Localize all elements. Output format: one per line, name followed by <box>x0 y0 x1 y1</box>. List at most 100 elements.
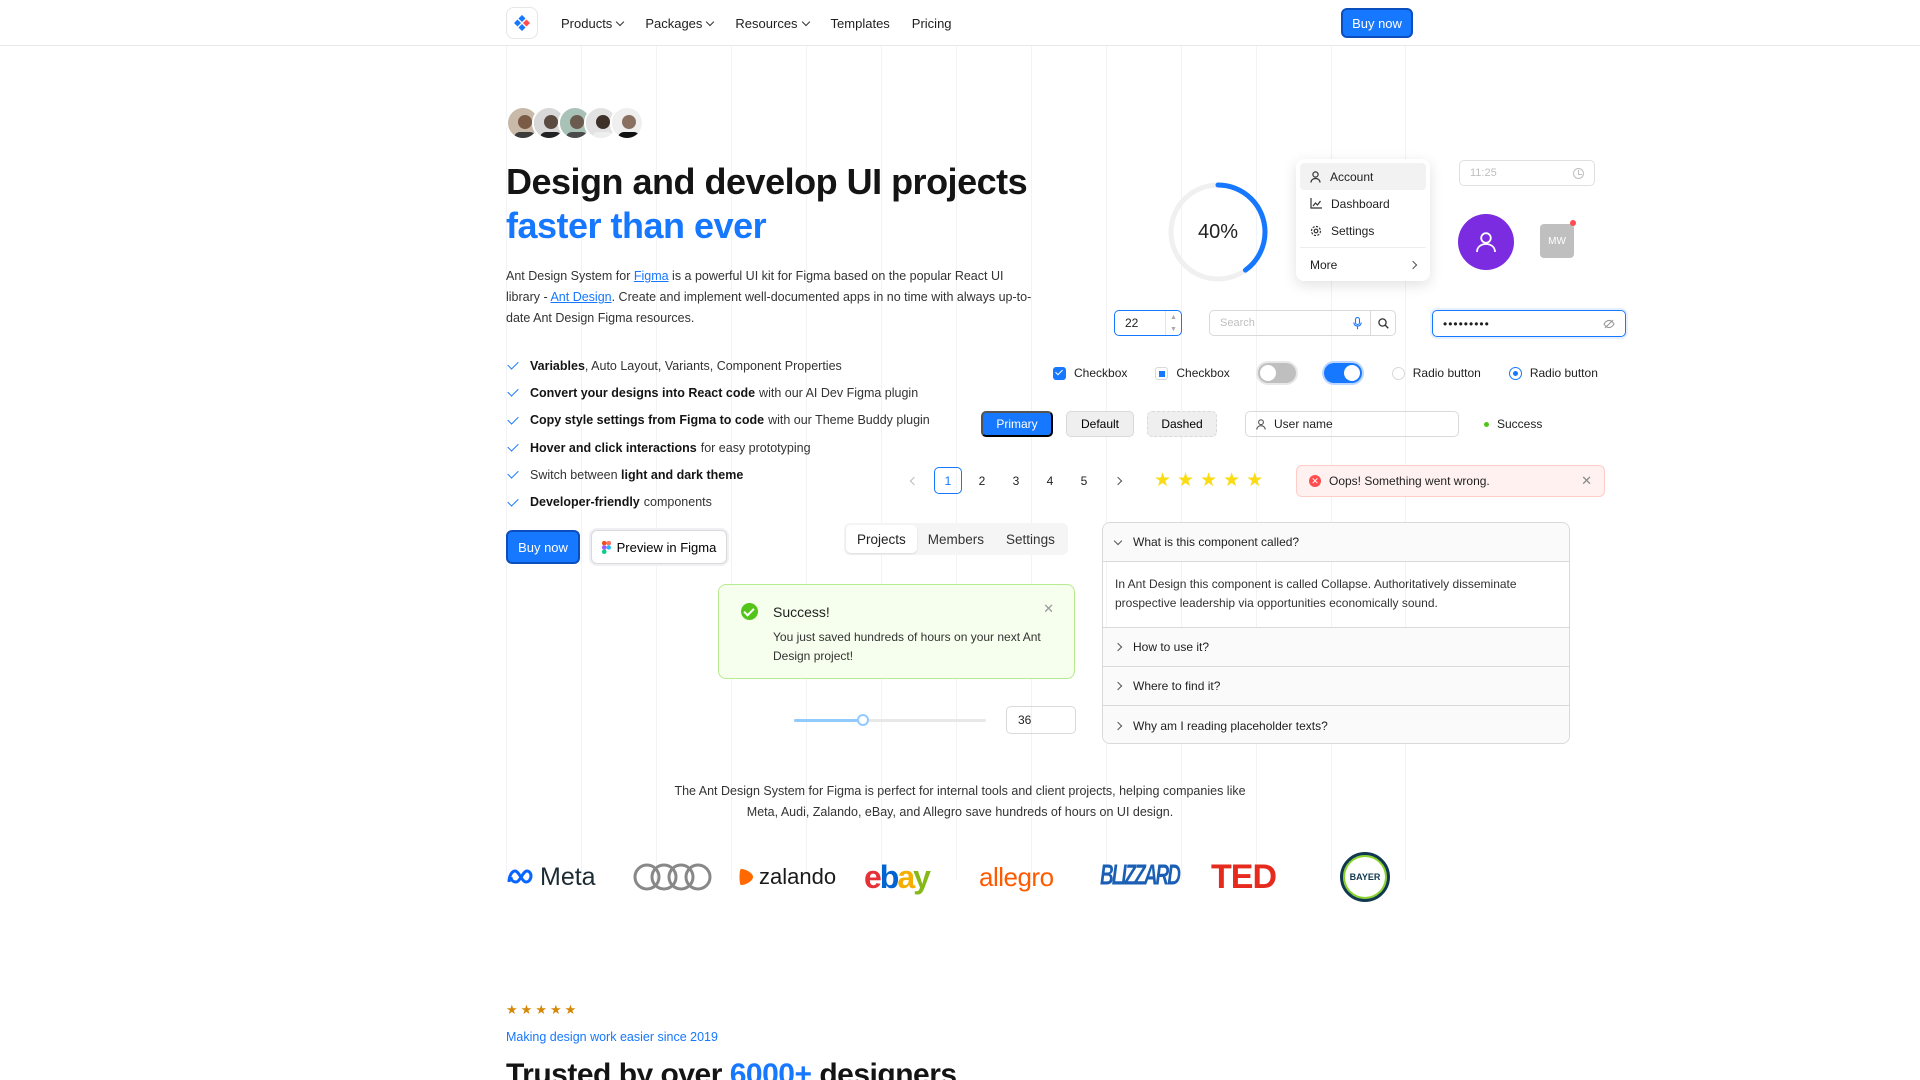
slider[interactable] <box>794 714 986 726</box>
check-icon <box>507 358 519 370</box>
search-input[interactable]: Search <box>1209 310 1371 336</box>
nav-item-templates[interactable]: Templates <box>831 16 890 31</box>
figma-link[interactable]: Figma <box>634 269 669 283</box>
pagination-next[interactable] <box>1104 467 1132 494</box>
blizzard-logo: BLIZZARD <box>1100 860 1181 893</box>
pagination-page-1[interactable]: 1 <box>934 467 962 494</box>
time-picker[interactable]: 11:25 <box>1459 160 1595 186</box>
star-icon[interactable]: ★ <box>1200 471 1217 490</box>
check-icon <box>507 467 519 479</box>
search-button[interactable] <box>1370 310 1396 336</box>
menu-item-dashboard[interactable]: Dashboard <box>1300 190 1426 217</box>
radio-circle <box>1508 366 1522 380</box>
review-stars: ★ ★ ★ ★ ★ <box>506 1002 576 1018</box>
ant-design-link[interactable]: Ant Design <box>550 290 611 304</box>
slider-track <box>794 719 864 722</box>
collapse-header-2[interactable]: How to use it? <box>1103 628 1569 667</box>
checkbox-checked[interactable]: Checkbox <box>1053 366 1127 380</box>
username-input[interactable]: User name <box>1245 411 1459 437</box>
nav-item-products[interactable]: Products <box>561 16 625 31</box>
check-icon <box>507 494 519 507</box>
checkbox-box <box>1053 366 1066 380</box>
user-avatar[interactable] <box>1458 214 1514 270</box>
user-avatars <box>506 106 644 140</box>
eye-invisible-icon[interactable] <box>1603 319 1615 329</box>
slider-handle[interactable] <box>857 714 870 726</box>
chevron-right-icon <box>1113 681 1123 691</box>
star-rating[interactable]: ★ ★ ★ ★ ★ <box>1154 471 1263 490</box>
avatar <box>610 106 644 140</box>
star-icon[interactable]: ★ <box>1246 471 1263 490</box>
nav-menu: Products Packages Resources Templates Pr… <box>561 0 974 46</box>
collapse-header-4[interactable]: Why am I reading placeholder texts? <box>1103 706 1569 743</box>
tab-settings[interactable]: Settings <box>995 525 1066 553</box>
nav-buy-button[interactable]: Buy now <box>1341 8 1413 38</box>
star-icon[interactable]: ★ <box>1223 471 1240 490</box>
quantity-stepper[interactable]: 22 ▲ ▼ <box>1114 310 1182 336</box>
check-icon <box>507 413 519 425</box>
clock-icon <box>1573 167 1584 179</box>
collapse-header-1[interactable]: What is this component called? <box>1103 523 1569 562</box>
checkbox-indeterminate[interactable]: Checkbox <box>1155 366 1230 380</box>
menu-item-more[interactable]: More <box>1300 251 1426 279</box>
status-badge: Success <box>1484 411 1542 437</box>
hero-description: Ant Design System for Figma is a powerfu… <box>506 269 1032 325</box>
chevron-left-icon <box>909 476 919 485</box>
top-nav: Products Packages Resources Templates Pr… <box>0 0 1920 46</box>
chevron-right-icon <box>1113 721 1123 730</box>
toggle-off[interactable] <box>1257 363 1296 383</box>
chevron-down-icon <box>801 17 810 26</box>
radio-checked[interactable]: Radio button <box>1508 366 1598 380</box>
default-button[interactable]: Default <box>1066 411 1134 437</box>
menu-item-settings[interactable]: Settings <box>1300 217 1426 244</box>
pagination-page-5[interactable]: 5 <box>1070 467 1098 494</box>
ant-logo[interactable] <box>506 7 538 39</box>
nav-item-packages[interactable]: Packages <box>645 16 715 31</box>
user-icon <box>1476 232 1496 253</box>
chevron-right-icon <box>1113 476 1123 485</box>
selection-controls: Checkbox Checkbox Radio button Radio but… <box>1053 362 1598 384</box>
pagination-page-3[interactable]: 3 <box>1002 467 1030 494</box>
menu-item-account[interactable]: Account <box>1300 163 1426 190</box>
primary-button[interactable]: Primary <box>981 411 1053 437</box>
nav-item-pricing[interactable]: Pricing <box>912 16 952 31</box>
audi-rings-icon <box>633 863 712 891</box>
pagination-prev[interactable] <box>900 467 928 494</box>
close-circle-icon: ✕ <box>1309 475 1321 487</box>
password-field[interactable]: ••••••••• <box>1432 310 1626 337</box>
check-icon <box>507 440 519 452</box>
preview-figma-button[interactable]: Preview in Figma <box>591 530 727 564</box>
close-icon[interactable]: ✕ <box>1581 473 1592 489</box>
close-icon[interactable]: ✕ <box>1043 601 1054 617</box>
star-icon[interactable]: ★ <box>1154 471 1171 490</box>
slider-value-input[interactable]: 36 <box>1006 706 1076 734</box>
success-alert: Success! You just saved hundreds of hour… <box>718 584 1075 679</box>
list-item: Hover and click interactions for easy pr… <box>506 434 930 461</box>
tab-members[interactable]: Members <box>917 525 995 553</box>
toggle-on[interactable] <box>1323 363 1362 383</box>
microphone-icon[interactable] <box>1353 317 1362 330</box>
chevron-down-icon <box>706 17 715 26</box>
hero-title-highlight: faster than ever <box>506 205 767 246</box>
tab-projects[interactable]: Projects <box>846 525 917 553</box>
initials-avatar[interactable]: MW <box>1540 224 1574 258</box>
chevron-down-icon[interactable]: ▼ <box>1166 323 1181 335</box>
meta-infinity-icon <box>507 869 533 884</box>
nav-item-resources[interactable]: Resources <box>735 16 810 31</box>
notification-dot <box>1570 220 1576 226</box>
pagination-page-4[interactable]: 4 <box>1036 467 1064 494</box>
trust-description: The Ant Design System for Figma is perfe… <box>674 784 1246 819</box>
zalando-flag-icon <box>739 869 753 885</box>
dashed-button[interactable]: Dashed <box>1147 411 1217 437</box>
client-logos: Meta zalando ebay ebay allegro BLIZZARD … <box>506 850 1394 904</box>
pagination-page-2[interactable]: 2 <box>968 467 996 494</box>
collapse-header-3[interactable]: Where to find it? <box>1103 667 1569 706</box>
star-icon[interactable]: ★ <box>1177 471 1194 490</box>
segmented-tabs: Projects Members Settings <box>844 523 1068 555</box>
star-icon: ★ <box>506 1002 518 1017</box>
chevron-up-icon[interactable]: ▲ <box>1166 311 1181 323</box>
hero-buy-button[interactable]: Buy now <box>506 530 580 564</box>
check-icon <box>507 385 519 398</box>
radio-unchecked[interactable]: Radio button <box>1391 366 1481 380</box>
collapse: What is this component called? In Ant De… <box>1102 522 1570 744</box>
